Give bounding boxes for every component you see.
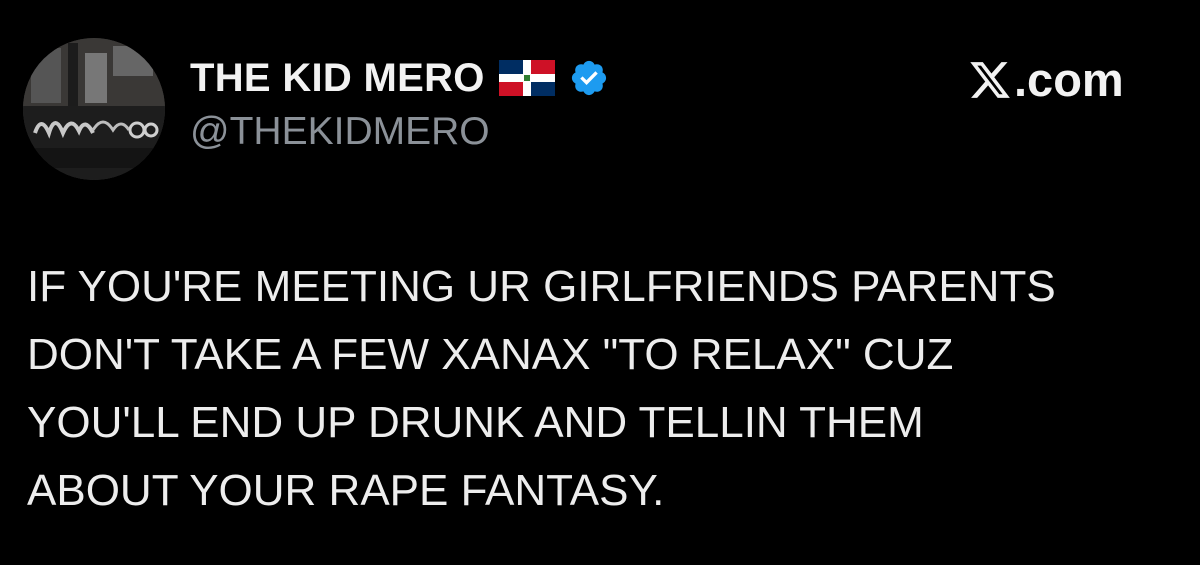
source-domain-text: .com [1014,53,1124,106]
tweet-line: YOU'LL END UP DRUNK AND TELLIN THEM [27,398,924,447]
tweet-text: IF YOU'RE MEETING UR GIRLFRIENDS PARENTS… [27,253,1187,525]
tweet-line: DON'T TAKE A FEW XANAX "TO RELAX" CUZ [27,330,954,379]
x-logo-icon [970,61,1010,98]
source-domain[interactable]: .com [968,52,1124,107]
tweet-line: ABOUT YOUR RAPE FANTASY. [27,466,665,515]
author-name-row: THE KID MERO [190,50,609,106]
avatar[interactable] [23,38,165,180]
tweet-line: IF YOU'RE MEETING UR GIRLFRIENDS PARENTS [27,262,1056,311]
display-name[interactable]: THE KID MERO [190,56,485,101]
dominican-republic-flag-icon [498,60,555,96]
author-handle[interactable]: @THEKIDMERO [190,110,490,154]
graffiti-avatar-icon [23,38,165,180]
verified-badge-icon [571,60,606,96]
